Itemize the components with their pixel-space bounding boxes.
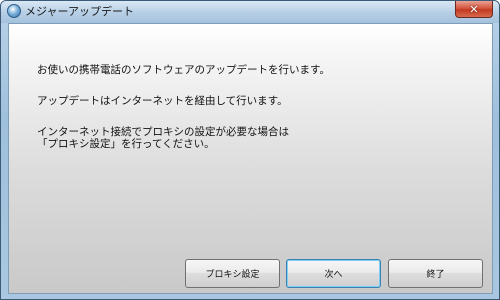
window-title: メジャーアップデート — [25, 5, 135, 18]
title-bar[interactable]: メジャーアップデート ✕ — [1, 1, 499, 23]
exit-button[interactable]: 終了 — [388, 259, 483, 288]
dialog-window: メジャーアップデート ✕ お使いの携帯電話のソフトウェアのアップデートを行います… — [0, 0, 500, 300]
app-icon — [7, 4, 21, 18]
proxy-settings-button[interactable]: プロキシ設定 — [185, 259, 280, 288]
message-line-1: お使いの携帯電話のソフトウェアのアップデートを行います。 — [37, 64, 330, 76]
close-icon: ✕ — [469, 2, 479, 16]
dialog-content: お使いの携帯電話のソフトウェアのアップデートを行います。 アップデートはインター… — [8, 23, 493, 294]
next-button[interactable]: 次へ — [286, 259, 381, 288]
message-line-2: アップデートはインターネットを経由して行います。 — [37, 95, 288, 107]
close-button[interactable]: ✕ — [455, 1, 493, 18]
message-line-4: 「プロキシ設定」を行ってください。 — [37, 138, 215, 150]
